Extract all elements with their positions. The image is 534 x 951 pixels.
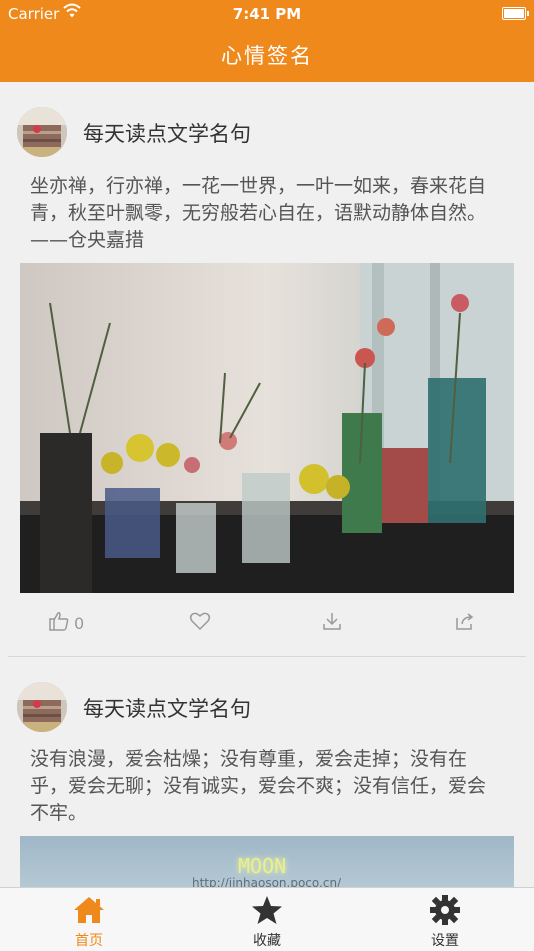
post-actions: 0 [0, 603, 534, 643]
tab-favorites[interactable]: 收藏 [178, 888, 356, 951]
thumbs-up-icon [48, 610, 70, 636]
gear-icon [428, 894, 462, 930]
battery-icon [502, 7, 529, 20]
tab-label: 设置 [431, 933, 459, 949]
post-author[interactable]: 每天读点文学名句 [83, 693, 251, 723]
share-icon [454, 610, 476, 636]
feed-list[interactable]: 每天读点文学名句 坐亦禅，行亦禅，一花一世界，一叶一如来，春来花自青，秋至叶飘零… [0, 82, 534, 887]
home-icon [72, 894, 106, 930]
post-image[interactable] [20, 263, 514, 593]
avatar[interactable] [17, 682, 67, 732]
battery-fill [504, 9, 524, 18]
tab-bar: 首页 收藏 设置 [0, 887, 534, 951]
download-icon [321, 610, 343, 636]
post-image[interactable]: MOON http://jinhaoson.poco.cn/ [20, 836, 514, 887]
post-text: 没有浪漫，爱会枯燥；没有尊重，爱会走掉；没有在乎，爱会无聊；没有诚实，爱会不爽；… [30, 748, 487, 824]
tab-settings[interactable]: 设置 [356, 888, 534, 951]
post-card: 每天读点文学名句 没有浪漫，爱会枯燥；没有尊重，爱会走掉；没有在乎，爱会无聊；没… [0, 657, 534, 887]
post-author[interactable]: 每天读点文学名句 [83, 118, 251, 148]
favorite-button[interactable] [189, 603, 211, 643]
share-button[interactable] [454, 603, 476, 643]
post-text: 坐亦禅，行亦禅，一花一世界，一叶一如来，春来花自青，秋至叶飘零，无穷般若心自在，… [30, 175, 487, 251]
nav-bar: 心情签名 [0, 28, 534, 82]
post-card: 每天读点文学名句 坐亦禅，行亦禅，一花一世界，一叶一如来，春来花自青，秋至叶飘零… [0, 82, 534, 657]
image-neon-text: MOON [238, 854, 287, 878]
download-button[interactable] [321, 603, 343, 643]
like-count: 0 [74, 613, 85, 633]
page-title: 心情签名 [221, 44, 313, 68]
tab-label: 首页 [75, 933, 103, 949]
tab-home[interactable]: 首页 [0, 888, 178, 951]
image-watermark: http://jinhaoson.poco.cn/ [192, 876, 342, 887]
like-button[interactable]: 0 [48, 603, 84, 643]
clock: 7:41 PM [232, 5, 302, 23]
star-icon [250, 894, 284, 930]
tab-label: 收藏 [253, 933, 281, 949]
avatar[interactable] [17, 107, 67, 157]
heart-icon [189, 610, 211, 636]
status-bar: Carrier 7:41 PM [0, 0, 534, 28]
